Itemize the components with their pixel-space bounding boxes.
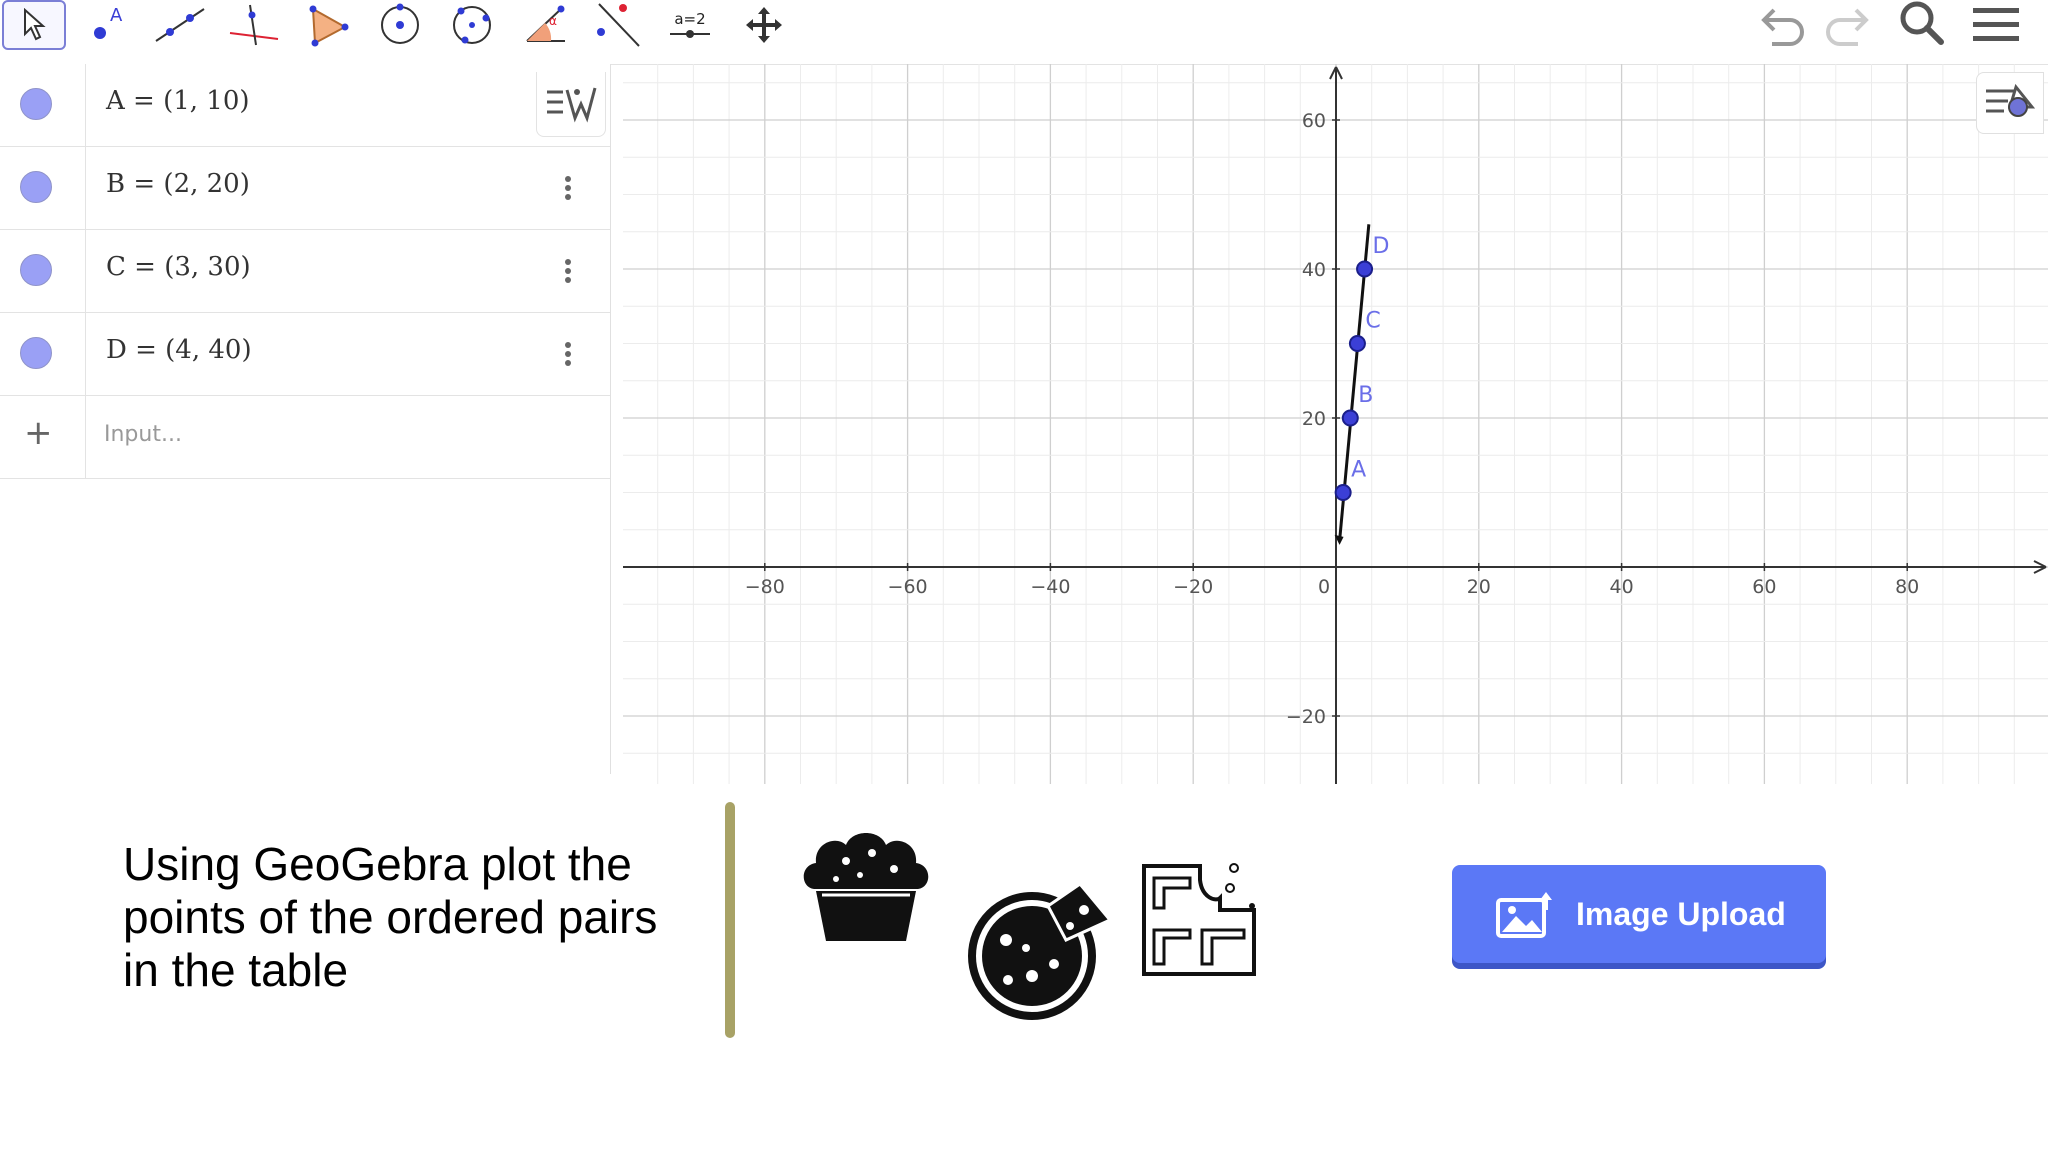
image-upload-button[interactable]: Image Upload <box>1452 865 1826 963</box>
y-tick-label: 60 <box>1302 110 1326 132</box>
reflect-tool[interactable] <box>586 0 650 50</box>
row-gutter <box>85 64 86 147</box>
point-a <box>1334 484 1352 501</box>
x-tick-label: 0 <box>1318 576 1330 598</box>
redo-button[interactable] <box>1818 0 1874 48</box>
algebra-expression[interactable]: A = (1, 10) <box>106 86 250 116</box>
move-tool[interactable] <box>2 0 66 50</box>
circle-center-tool[interactable] <box>368 0 432 50</box>
algebra-row-d[interactable]: D = (4, 40) <box>0 313 610 396</box>
image-upload-icon <box>1496 892 1552 938</box>
tick-labels: −80 −60 −40 −20 0 20 40 60 80 60 40 20 −20 <box>745 110 1920 728</box>
algebra-expression[interactable]: C = (3, 30) <box>106 252 251 282</box>
algebra-expression[interactable]: D = (4, 40) <box>106 335 252 365</box>
toolbar: A α a=2 <box>0 0 2048 65</box>
visibility-marble[interactable] <box>20 254 52 286</box>
triangle-icon <box>309 5 349 47</box>
plotted-objects: A B C D <box>1334 224 1390 545</box>
point-label-a: A <box>1351 458 1366 483</box>
y-tick-label: 40 <box>1302 259 1326 281</box>
search-button[interactable] <box>1894 0 1950 48</box>
x-tick-label: 80 <box>1895 576 1919 598</box>
move-graphics-tool[interactable] <box>732 0 796 50</box>
perpendicular-line-tool[interactable] <box>222 0 286 50</box>
graphics-settings-icon <box>1986 83 2036 117</box>
pizza-icon <box>968 881 1112 1020</box>
y-tick-label: −20 <box>1286 706 1326 728</box>
point-label-c: C <box>1365 309 1380 334</box>
line-through-points-icon <box>155 8 205 42</box>
x-tick-label: 20 <box>1467 576 1491 598</box>
algebra-row-b[interactable]: B = (2, 20) <box>0 147 610 230</box>
point-b <box>1341 409 1359 427</box>
plus-icon[interactable]: + <box>24 416 53 450</box>
svg-text:A: A <box>110 5 123 26</box>
svg-text:α: α <box>549 14 557 28</box>
algebra-input[interactable]: Input... <box>104 422 182 447</box>
menu-icon <box>1973 8 2019 41</box>
vertical-divider <box>725 802 735 1038</box>
circle-center-icon <box>381 3 419 44</box>
y-tick-label: 20 <box>1302 408 1326 430</box>
row-gutter <box>85 313 86 396</box>
graphics-view[interactable]: −80 −60 −40 −20 0 20 40 60 80 60 40 20 −20 A B C D <box>623 64 2048 784</box>
row-gutter <box>85 396 86 479</box>
x-tick-label: −40 <box>1030 576 1070 598</box>
circle-three-points-tool[interactable] <box>440 0 504 50</box>
polygon-tool[interactable] <box>296 0 360 50</box>
algebra-view: A = (1, 10) B = (2, 20) C = (3, 30) D = … <box>0 64 611 774</box>
point-label-b: B <box>1358 383 1373 408</box>
cursor-arrow-icon <box>24 8 46 41</box>
more-options-icon[interactable] <box>556 339 580 369</box>
x-tick-label: −60 <box>888 576 928 598</box>
circle-points-icon <box>453 6 491 44</box>
more-options-icon[interactable] <box>556 256 580 286</box>
x-tick-label: −80 <box>745 576 785 598</box>
visibility-marble[interactable] <box>20 88 52 120</box>
point-tool[interactable]: A <box>76 0 140 50</box>
cupcake-icon <box>803 833 929 941</box>
instruction-text: Using GeoGebra plot the points of the or… <box>123 838 658 996</box>
visibility-marble[interactable] <box>20 171 52 203</box>
algebra-row-c[interactable]: C = (3, 30) <box>0 230 610 313</box>
perpendicular-icon <box>229 4 279 46</box>
slider-icon <box>670 30 710 38</box>
redo-icon <box>1826 8 1869 46</box>
algebra-expression[interactable]: B = (2, 20) <box>106 169 250 199</box>
point-d <box>1356 260 1374 278</box>
search-icon <box>1900 1 1944 45</box>
image-upload-label: Image Upload <box>1576 895 1786 932</box>
x-tick-label: 40 <box>1610 576 1634 598</box>
move-arrows-icon <box>746 7 782 43</box>
chocolate-bar-icon <box>1142 863 1256 976</box>
slider-label: a=2 <box>674 10 706 28</box>
row-gutter <box>85 147 86 230</box>
point-a-icon: A <box>94 5 123 39</box>
graphics-style-button[interactable] <box>1976 72 2044 134</box>
x-tick-label: −20 <box>1173 576 1213 598</box>
algebra-input-row[interactable]: + Input... <box>0 396 610 479</box>
point-c <box>1348 335 1366 352</box>
graph-description-icon <box>547 87 597 123</box>
undo-button[interactable] <box>1756 0 1812 48</box>
visibility-marble[interactable] <box>20 337 52 369</box>
line-tool[interactable] <box>148 0 212 50</box>
reflect-icon <box>597 3 640 47</box>
x-tick-label: 60 <box>1752 576 1776 598</box>
menu-button[interactable] <box>1968 0 2024 48</box>
more-options-icon[interactable] <box>556 173 580 203</box>
row-gutter <box>85 230 86 313</box>
algebra-row-a[interactable]: A = (1, 10) <box>0 64 610 147</box>
slider-tool[interactable]: a=2 <box>658 0 722 50</box>
angle-tool[interactable]: α <box>514 0 578 50</box>
angle-icon: α <box>526 5 565 42</box>
algebra-description-toggle[interactable] <box>536 72 606 137</box>
undo-icon <box>1761 8 1804 46</box>
point-label-d: D <box>1373 234 1390 259</box>
